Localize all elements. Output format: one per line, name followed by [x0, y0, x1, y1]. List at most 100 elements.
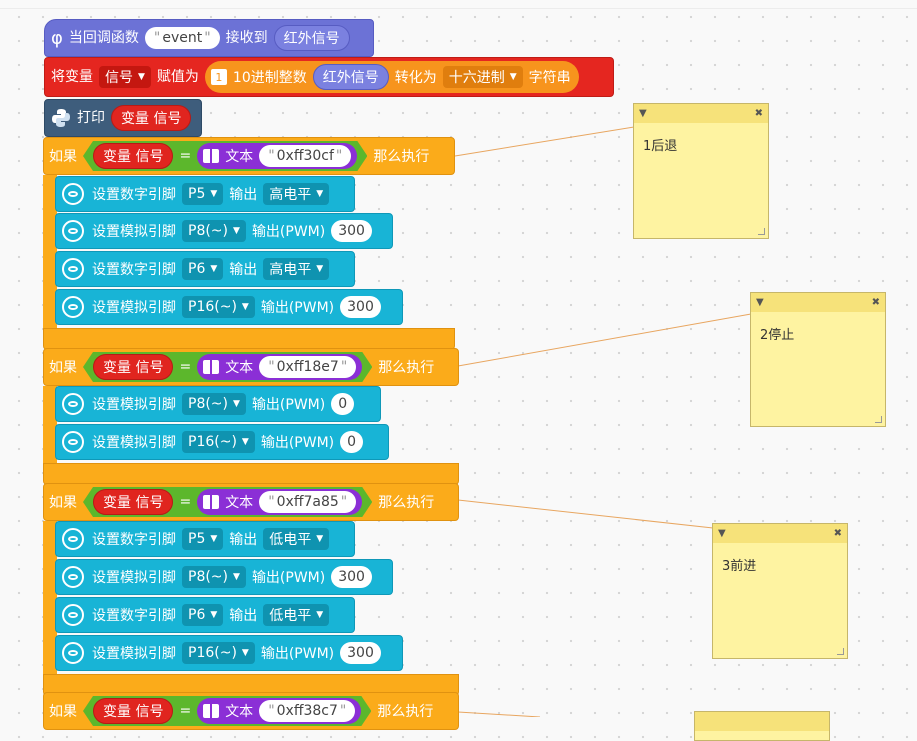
text-value-pill[interactable]: " 0xff30cf "	[259, 145, 351, 167]
print-block[interactable]: 打印 变量 信号	[44, 99, 202, 137]
pin-dropdown-text: P5	[188, 531, 206, 547]
pwm-value-input[interactable]: 0	[340, 431, 364, 453]
pin-dropdown-text: P16(~)	[188, 299, 237, 315]
set-variable-block[interactable]: 将变量 信号 ▼ 赋值为 1 10进制整数 红外信号 转化为 十六进制 ▼ 字符串	[44, 57, 614, 97]
text-block-label: 文本	[225, 360, 254, 376]
text-block-label: 文本	[225, 704, 254, 720]
text-literal-block[interactable]: 文本 " 0xff18e7 "	[197, 354, 362, 380]
set-digital-pin-block[interactable]: 设置数字引脚 P5 ▼ 输出 高电平 ▼	[55, 176, 355, 212]
compare-variable-reporter[interactable]: 变量 信号	[93, 354, 173, 380]
pin-block-label: 设置数字引脚	[92, 187, 176, 203]
set-analog-pin-block[interactable]: 设置模拟引脚 P16(~) ▼ 输出(PWM) 0	[55, 424, 389, 460]
pin-dropdown-text: P8(~)	[188, 223, 229, 239]
compare-variable-reporter[interactable]: 变量 信号	[93, 698, 173, 724]
collapse-caret-icon[interactable]: ▼	[639, 108, 647, 119]
comment-note-2[interactable]: ▼ ✖ 2停止	[750, 292, 886, 427]
text-block-icon	[203, 360, 219, 374]
pin-dropdown[interactable]: P8(~) ▼	[182, 220, 246, 242]
collapse-caret-icon[interactable]: ▼	[756, 297, 764, 308]
output-label: 输出(PWM)	[251, 570, 326, 586]
text-block-icon	[203, 495, 219, 509]
pin-board-icon	[62, 528, 84, 550]
text-literal-block[interactable]: 文本 " 0xff30cf "	[197, 143, 357, 169]
pin-dropdown[interactable]: P16(~) ▼	[182, 296, 255, 318]
format-dropdown[interactable]: 十六进制 ▼	[442, 66, 523, 88]
if-block-1[interactable]: 如果 变量 信号 = 文本 " 0xff30cf " 那么执行	[43, 137, 455, 175]
text-literal-block[interactable]: 文本 " 0xff7a85 "	[197, 489, 362, 515]
chevron-down-icon: ▼	[210, 610, 218, 620]
close-icon[interactable]: ✖	[755, 108, 763, 119]
pin-dropdown[interactable]: P16(~) ▼	[182, 642, 255, 664]
pin-dropdown[interactable]: P8(~) ▼	[182, 566, 246, 588]
ir-signal-reporter[interactable]: 红外信号	[273, 25, 350, 51]
comment-text-1[interactable]: 1后退	[634, 123, 768, 166]
output-label: 输出	[229, 608, 258, 624]
pin-dropdown[interactable]: P6 ▼	[182, 258, 224, 280]
pin-dropdown-text: P6	[188, 261, 206, 277]
close-icon[interactable]: ✖	[872, 297, 880, 308]
pin-dropdown[interactable]: P16(~) ▼	[182, 431, 255, 453]
print-variable-reporter[interactable]: 变量 信号	[111, 105, 192, 131]
text-value-pill[interactable]: " 0xff38c7 "	[259, 700, 355, 722]
collapse-caret-icon[interactable]: ▼	[718, 528, 726, 539]
compare-block[interactable]: 变量 信号 = 文本 " 0xff7a85 "	[83, 487, 372, 517]
pwm-value-input[interactable]: 300	[340, 296, 381, 318]
hat-label-recv: 接收到	[225, 30, 268, 46]
level-dropdown[interactable]: 高电平 ▼	[263, 183, 330, 205]
if-block-3[interactable]: 如果 变量 信号 = 文本 " 0xff7a85 " 那么执行	[43, 483, 459, 521]
resize-grip-icon[interactable]	[875, 416, 882, 423]
text-block-icon	[203, 149, 219, 163]
pwm-value-input[interactable]: 300	[331, 566, 372, 588]
pin-dropdown[interactable]: P8(~) ▼	[182, 393, 246, 415]
set-digital-pin-block[interactable]: 设置数字引脚 P6 ▼ 输出 低电平 ▼	[55, 597, 355, 633]
comment-text-3[interactable]: 3前进	[713, 543, 847, 586]
compare-block[interactable]: 变量 信号 = 文本 " 0xff38c7 "	[83, 696, 371, 726]
compare-variable-reporter[interactable]: 变量 信号	[93, 143, 173, 169]
set-analog-pin-block[interactable]: 设置模拟引脚 P8(~) ▼ 输出(PWM) 300	[55, 559, 393, 595]
ir-callback-hat-block[interactable]: φ 当回调函数 " event " 接收到 红外信号	[44, 19, 374, 57]
resize-grip-icon[interactable]	[758, 228, 765, 235]
compare-block[interactable]: 变量 信号 = 文本 " 0xff18e7 "	[83, 352, 372, 382]
set-analog-pin-block[interactable]: 设置模拟引脚 P8(~) ▼ 输出(PWM) 0	[55, 386, 381, 422]
pwm-value-input[interactable]: 300	[340, 642, 381, 664]
set-analog-pin-block[interactable]: 设置模拟引脚 P16(~) ▼ 输出(PWM) 300	[55, 289, 403, 325]
compare-variable-reporter[interactable]: 变量 信号	[93, 489, 173, 515]
level-dropdown[interactable]: 高电平 ▼	[263, 258, 330, 280]
text-value-pill[interactable]: " 0xff18e7 "	[259, 356, 356, 378]
comment-note-4[interactable]	[694, 711, 830, 741]
convert-source-reporter[interactable]: 红外信号	[312, 64, 389, 90]
level-dropdown[interactable]: 低电平 ▼	[263, 604, 330, 626]
convert-block[interactable]: 1 10进制整数 红外信号 转化为 十六进制 ▼ 字符串	[204, 61, 579, 93]
set-analog-pin-block[interactable]: 设置模拟引脚 P8(~) ▼ 输出(PWM) 300	[55, 213, 393, 249]
set-digital-pin-block[interactable]: 设置数字引脚 P6 ▼ 输出 高电平 ▼	[55, 251, 355, 287]
pin-dropdown[interactable]: P5 ▼	[182, 183, 224, 205]
set-digital-pin-block[interactable]: 设置数字引脚 P5 ▼ 输出 低电平 ▼	[55, 521, 355, 557]
pin-block-label: 设置数字引脚	[92, 262, 176, 278]
convert-to-label: 转化为	[394, 70, 437, 86]
if-block-4[interactable]: 如果 变量 信号 = 文本 " 0xff38c7 " 那么执行	[43, 692, 459, 730]
compare-block[interactable]: 变量 信号 = 文本 " 0xff30cf "	[83, 141, 367, 171]
comment-note-3[interactable]: ▼ ✖ 3前进	[712, 523, 848, 659]
number-icon: 1	[210, 69, 227, 85]
pin-board-icon	[62, 642, 84, 664]
close-icon[interactable]: ✖	[834, 528, 842, 539]
pin-dropdown[interactable]: P5 ▼	[182, 528, 224, 550]
pwm-value-input[interactable]: 0	[331, 393, 355, 415]
pwm-value-input[interactable]: 300	[331, 220, 372, 242]
variable-dropdown[interactable]: 信号 ▼	[99, 66, 151, 88]
then-label: 那么执行	[378, 360, 435, 376]
set-analog-pin-block[interactable]: 设置模拟引脚 P16(~) ▼ 输出(PWM) 300	[55, 635, 403, 671]
variable-dropdown-text: 信号	[105, 70, 133, 86]
comment-note-1[interactable]: ▼ ✖ 1后退	[633, 103, 769, 239]
event-param-pill[interactable]: " event "	[144, 27, 220, 49]
pin-dropdown[interactable]: P6 ▼	[182, 604, 224, 626]
text-literal-block[interactable]: 文本 " 0xff38c7 "	[197, 698, 361, 724]
level-dropdown[interactable]: 低电平 ▼	[263, 528, 330, 550]
comment-text-2[interactable]: 2停止	[751, 312, 885, 355]
if-label: 如果	[49, 360, 77, 376]
connector-line-4	[457, 711, 541, 717]
text-value-pill[interactable]: " 0xff7a85 "	[259, 491, 356, 513]
resize-grip-icon[interactable]	[837, 648, 844, 655]
text-value: 0xff7a85	[276, 494, 339, 510]
if-block-2[interactable]: 如果 变量 信号 = 文本 " 0xff18e7 " 那么执行	[43, 348, 459, 386]
